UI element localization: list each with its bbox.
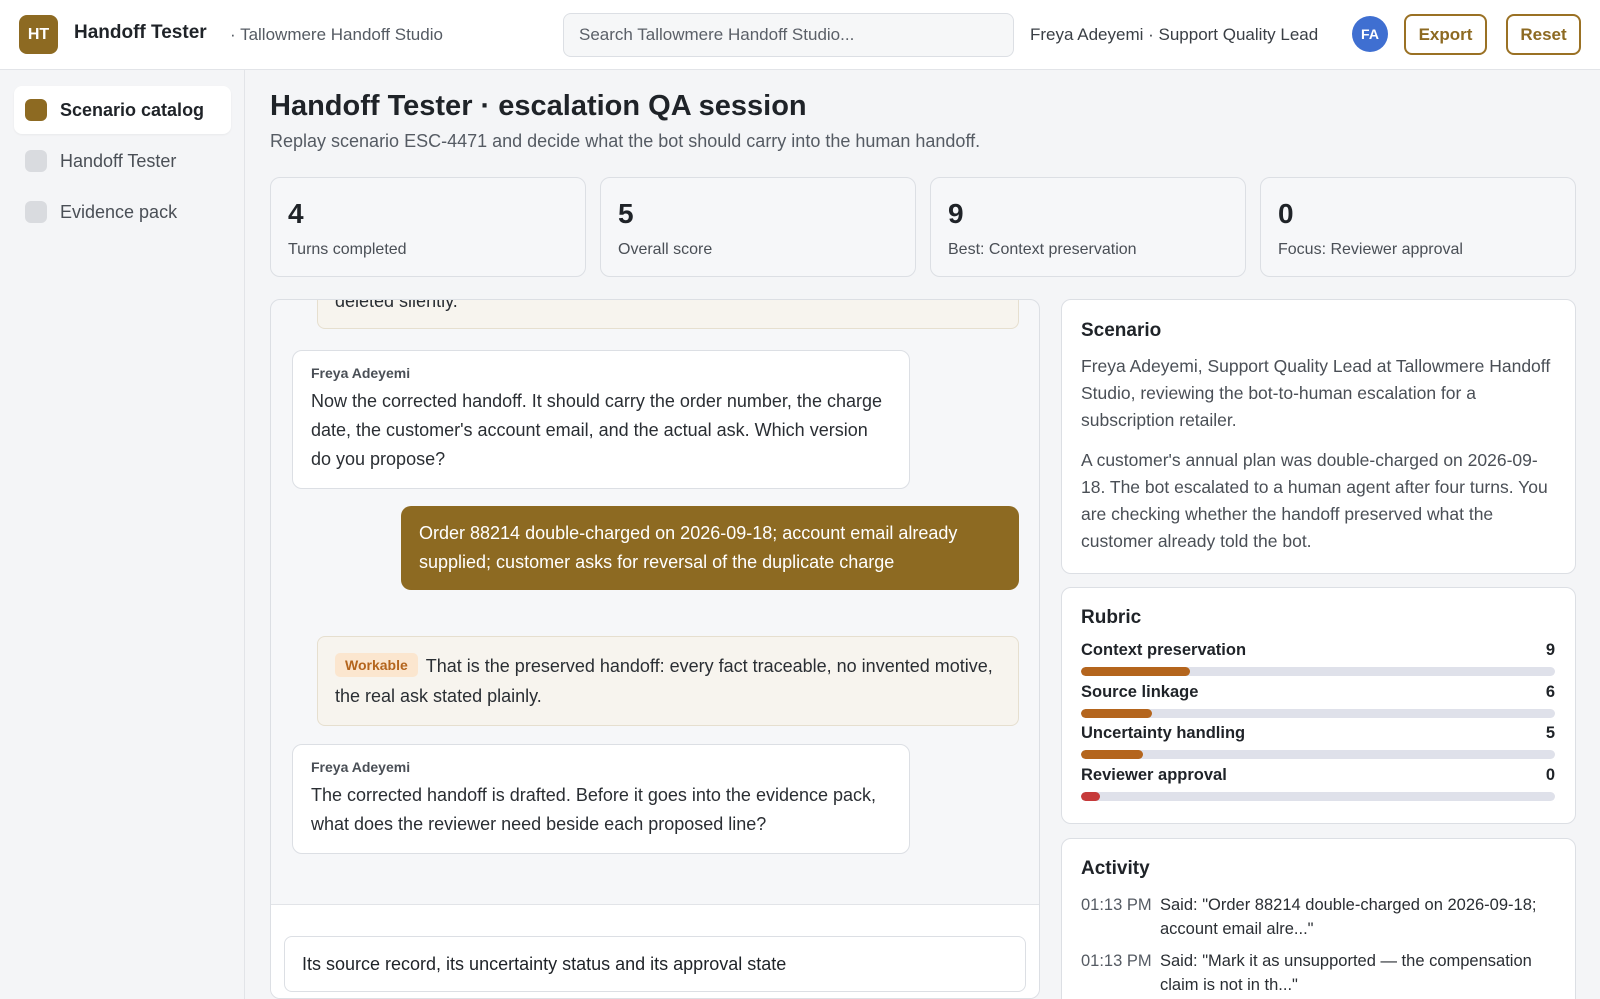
stat-card-best: 9 Best: Context preservation (930, 177, 1246, 277)
rubric-bar-fill (1081, 792, 1100, 801)
chat-transcript[interactable]: deleted silently. Freya Adeyemi Now the … (271, 300, 1039, 904)
activity-card: Activity 01:13 PM Said: "Order 88214 dou… (1061, 838, 1576, 999)
activity-time: 01:13 PM (1081, 896, 1152, 914)
message-author: Freya Adeyemi (311, 365, 411, 381)
card-title: Activity (1081, 858, 1150, 879)
rubric-bar (1081, 709, 1555, 718)
rubric-label: Source linkage (1081, 683, 1199, 701)
workspace-name: · Tallowmere Handoff Studio (230, 25, 443, 44)
rubric-card: Rubric Context preservation 9 Source lin… (1061, 587, 1576, 824)
sidebar-item-scenario-catalog[interactable]: Scenario catalog (14, 86, 231, 134)
app-title: Handoff Tester (74, 22, 207, 43)
sidebar: Scenario catalog Handoff Tester Evidence… (0, 70, 245, 999)
card-title: Scenario (1081, 320, 1162, 341)
rubric-label: Uncertainty handling (1081, 724, 1246, 742)
rubric-label: Context preservation (1081, 641, 1247, 659)
rubric-score: 9 (1545, 641, 1555, 659)
stat-value: 9 (948, 198, 964, 229)
sidebar-item-handoff-tester[interactable]: Handoff Tester (14, 137, 231, 185)
stat-label: Best: Context preservation (948, 241, 1137, 258)
message-text: Order 88214 double-charged on 2026-09-18… (419, 523, 958, 572)
message-input[interactable] (284, 936, 1026, 992)
bot-message: Order 88214 double-charged on 2026-09-18… (401, 506, 1019, 590)
chat-panel: deleted silently. Freya Adeyemi Now the … (270, 299, 1040, 999)
stat-card-overall-score: 5 Overall score (600, 177, 916, 277)
message-author: Freya Adeyemi (311, 759, 411, 775)
activity-time: 01:13 PM (1081, 952, 1152, 970)
sidebar-item-evidence-pack[interactable]: Evidence pack (14, 188, 231, 236)
page-title: Handoff Tester · escalation QA session (270, 90, 807, 122)
rubric-score: 6 (1545, 683, 1555, 701)
nav-square-icon (25, 201, 47, 223)
rubric-label: Reviewer approval (1081, 766, 1227, 784)
sidebar-item-label: Scenario catalog (60, 99, 205, 120)
rubric-bar-fill (1081, 750, 1143, 759)
activity-text: Said: "Order 88214 double-charged on 202… (1160, 896, 1537, 938)
search-input[interactable] (563, 13, 1014, 57)
message-text: Now the corrected handoff. It should car… (311, 391, 882, 469)
rubric-bar-fill (1081, 709, 1153, 718)
stat-card-turns: 4 Turns completed (270, 177, 586, 277)
stat-label: Focus: Reviewer approval (1278, 241, 1463, 258)
sidebar-item-label: Handoff Tester (60, 150, 177, 171)
nav-square-icon (25, 99, 47, 121)
top-bar: HT Handoff Tester · Tallowmere Handoff S… (0, 0, 1600, 70)
composer-area (271, 904, 1039, 998)
rubric-bar (1081, 750, 1555, 759)
rubric-bar (1081, 667, 1555, 676)
system-message: Workable That is the preserved handoff: e… (317, 636, 1019, 726)
scenario-card: Scenario Freya Adeyemi, Support Quality … (1061, 299, 1576, 574)
reset-button[interactable]: Reset (1506, 14, 1581, 55)
avatar[interactable]: FA (1352, 16, 1388, 52)
stat-value: 0 (1278, 198, 1294, 229)
user-message: Freya Adeyemi The corrected handoff is d… (292, 744, 910, 854)
sidebar-item-label: Evidence pack (60, 201, 178, 222)
user-label: Freya Adeyemi · Support Quality Lead (1030, 25, 1319, 44)
system-message: deleted silently. (317, 300, 1019, 329)
export-button[interactable]: Export (1404, 14, 1487, 55)
rubric-score: 5 (1545, 724, 1555, 742)
status-badge: Workable (335, 653, 418, 677)
stat-label: Overall score (618, 241, 713, 258)
scenario-description: Freya Adeyemi, Support Quality Lead at T… (1081, 356, 1551, 430)
activity-text: Said: "Mark it as unsupported — the comp… (1160, 952, 1532, 994)
rubric-bar (1081, 792, 1555, 801)
app-logo: HT (19, 15, 58, 54)
stat-value: 4 (288, 198, 304, 229)
card-title: Rubric (1081, 607, 1142, 628)
scenario-details: A customer's annual plan was double-char… (1081, 450, 1548, 551)
stat-card-focus: 0 Focus: Reviewer approval (1260, 177, 1576, 277)
message-text: That is the preserved handoff: every fac… (335, 656, 993, 706)
stat-label: Turns completed (288, 241, 407, 258)
nav-square-icon (25, 150, 47, 172)
message-text: deleted silently. (335, 300, 458, 311)
message-text: The corrected handoff is drafted. Before… (311, 785, 877, 834)
rubric-score: 0 (1545, 766, 1555, 784)
rubric-bar-fill (1081, 667, 1191, 676)
page-subtitle: Replay scenario ESC-4471 and decide what… (270, 131, 981, 151)
stat-value: 5 (618, 198, 634, 229)
user-message: Freya Adeyemi Now the corrected handoff.… (292, 350, 910, 489)
